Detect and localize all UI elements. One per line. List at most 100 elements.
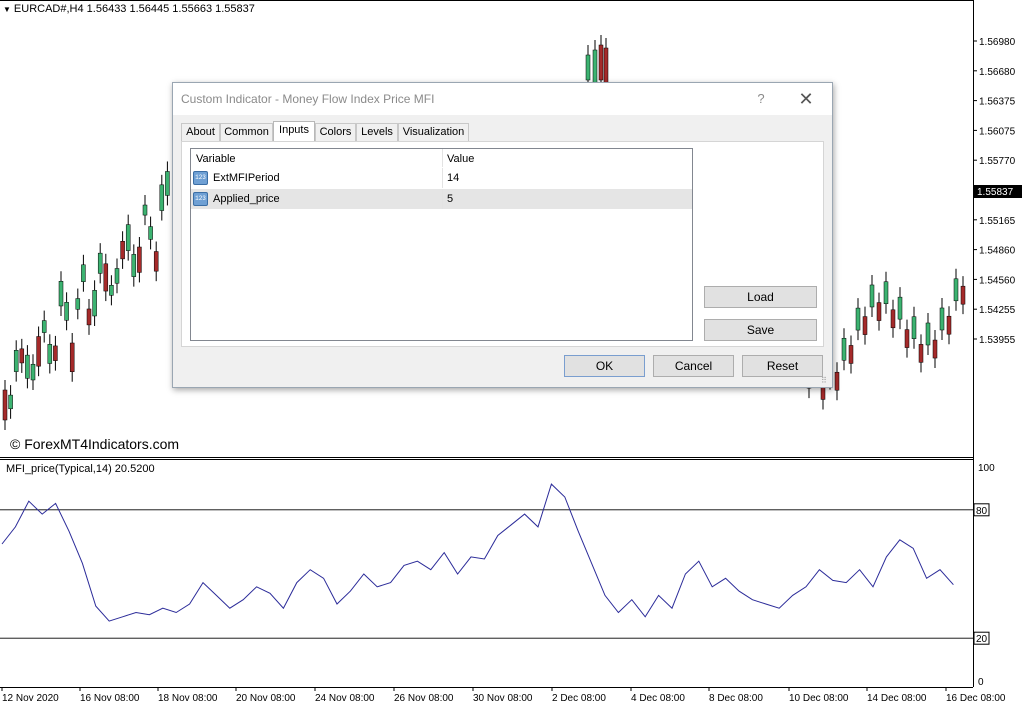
column-divider [442, 189, 443, 209]
time-tick-label: 10 Dec 08:00 [789, 693, 849, 704]
candle-body [131, 254, 137, 277]
candle-body [598, 44, 604, 81]
help-button[interactable]: ? [749, 88, 773, 110]
candle-body [109, 284, 114, 296]
number-icon: 123 [193, 192, 208, 206]
indicator-tick-label: 100 [978, 463, 995, 474]
candle-body [911, 316, 917, 339]
candle-body [148, 226, 153, 240]
candle-body [925, 322, 931, 346]
candle-body [946, 315, 952, 335]
candle-body [862, 316, 868, 335]
time-tick-label: 2 Dec 08:00 [552, 693, 606, 704]
candle-body [30, 363, 36, 381]
cancel-button[interactable]: Cancel [653, 355, 734, 377]
inputs-panel: Variable Value 123 ExtMFIPeriod 14 123 A… [181, 141, 824, 347]
candle-body [165, 171, 170, 196]
time-tick-label: 18 Nov 08:00 [158, 693, 218, 704]
grid-header: Variable Value [191, 149, 692, 167]
price-tick-label: 1.56375 [979, 97, 1016, 108]
tab-inputs[interactable]: Inputs [273, 121, 315, 142]
current-price-label: 1.55837 [977, 187, 1014, 198]
variable-value[interactable]: 5 [447, 193, 453, 205]
candle-body [36, 336, 41, 367]
dropdown-triangle-icon[interactable]: ▼ [3, 5, 11, 14]
candle-body [897, 296, 903, 320]
column-divider [442, 168, 443, 188]
candle-body [960, 285, 966, 305]
time-tick-label: 24 Nov 08:00 [315, 693, 375, 704]
number-icon: 123 [193, 171, 208, 185]
resize-grip-icon[interactable]: ⠿ [821, 376, 827, 385]
candle-body [41, 320, 47, 333]
candle-body [137, 246, 142, 273]
price-tick-label: 1.55165 [979, 216, 1016, 227]
dialog-titlebar[interactable]: Custom Indicator - Money Flow Index Pric… [173, 83, 832, 115]
candle-body [142, 204, 148, 216]
column-divider[interactable] [442, 149, 443, 167]
inputs-grid: Variable Value 123 ExtMFIPeriod 14 123 A… [190, 148, 693, 341]
tab-common[interactable]: Common [220, 123, 273, 141]
tab-levels[interactable]: Levels [356, 123, 398, 141]
candle-body [918, 344, 924, 363]
dialog-title: Custom Indicator - Money Flow Index Pric… [181, 92, 435, 106]
candle-body [8, 394, 13, 410]
candle-body [75, 298, 81, 310]
candle-body [114, 268, 120, 284]
column-header-value[interactable]: Value [447, 153, 474, 165]
candle-body [13, 350, 19, 372]
candle-body [876, 302, 882, 321]
candle-body [953, 278, 959, 302]
indicator-tick-label: 0 [978, 677, 984, 688]
mfi-indicator-window [1, 483, 954, 622]
tab-about[interactable]: About [181, 123, 220, 141]
candle-body [92, 290, 97, 317]
candle-body [159, 184, 165, 211]
table-row[interactable]: 123 Applied_price 5 [191, 189, 692, 209]
candle-body [97, 252, 103, 274]
candle-body [103, 263, 109, 292]
candle-body [585, 54, 591, 81]
close-icon[interactable]: ✕ [793, 88, 819, 110]
candle-body [47, 344, 53, 364]
candle-body [64, 302, 69, 321]
variable-value[interactable]: 14 [447, 172, 459, 184]
candle-body [890, 309, 896, 329]
candle-body [848, 345, 854, 364]
custom-indicator-dialog: Custom Indicator - Money Flow Index Pric… [172, 82, 833, 388]
tab-visualization[interactable]: Visualization [398, 123, 469, 141]
price-tick-label: 1.54860 [979, 246, 1016, 257]
mfi-line [1, 483, 954, 622]
time-tick-label: 26 Nov 08:00 [394, 693, 454, 704]
candle-body [69, 342, 75, 372]
candle-body [855, 307, 861, 331]
price-tick-label: 1.56075 [979, 126, 1016, 137]
ok-button[interactable]: OK [564, 355, 645, 377]
candle-body [932, 339, 938, 359]
candle-body [2, 389, 8, 421]
candle-body [904, 329, 910, 348]
symbol-header: ▼ EURCAD#,H4 1.56433 1.56445 1.55663 1.55… [3, 3, 255, 15]
candle-body [125, 224, 131, 251]
column-header-variable[interactable]: Variable [196, 153, 236, 165]
watermark-text: © ForexMT4Indicators.com [10, 436, 180, 452]
candle-body [841, 337, 847, 361]
price-tick-label: 1.54255 [979, 305, 1016, 316]
candle-body [883, 281, 889, 304]
save-button[interactable]: Save [704, 319, 817, 341]
variable-name: ExtMFIPeriod [213, 172, 280, 184]
candle-body [19, 348, 25, 364]
table-row[interactable]: 123 ExtMFIPeriod 14 [191, 168, 692, 188]
candle-body [153, 251, 159, 272]
candle-body [869, 284, 875, 308]
load-button[interactable]: Load [704, 286, 817, 308]
time-tick-label: 20 Nov 08:00 [236, 693, 296, 704]
time-tick-label: 16 Dec 08:00 [946, 693, 1006, 704]
time-tick-label: 8 Dec 08:00 [709, 693, 763, 704]
price-tick-label: 1.53955 [979, 335, 1016, 346]
time-tick-label: 14 Dec 08:00 [867, 693, 927, 704]
reset-button[interactable]: Reset [742, 355, 823, 377]
candle-body [120, 241, 125, 260]
indicator-title: MFI_price(Typical,14) 20.5200 [6, 463, 155, 475]
tab-colors[interactable]: Colors [315, 123, 356, 141]
